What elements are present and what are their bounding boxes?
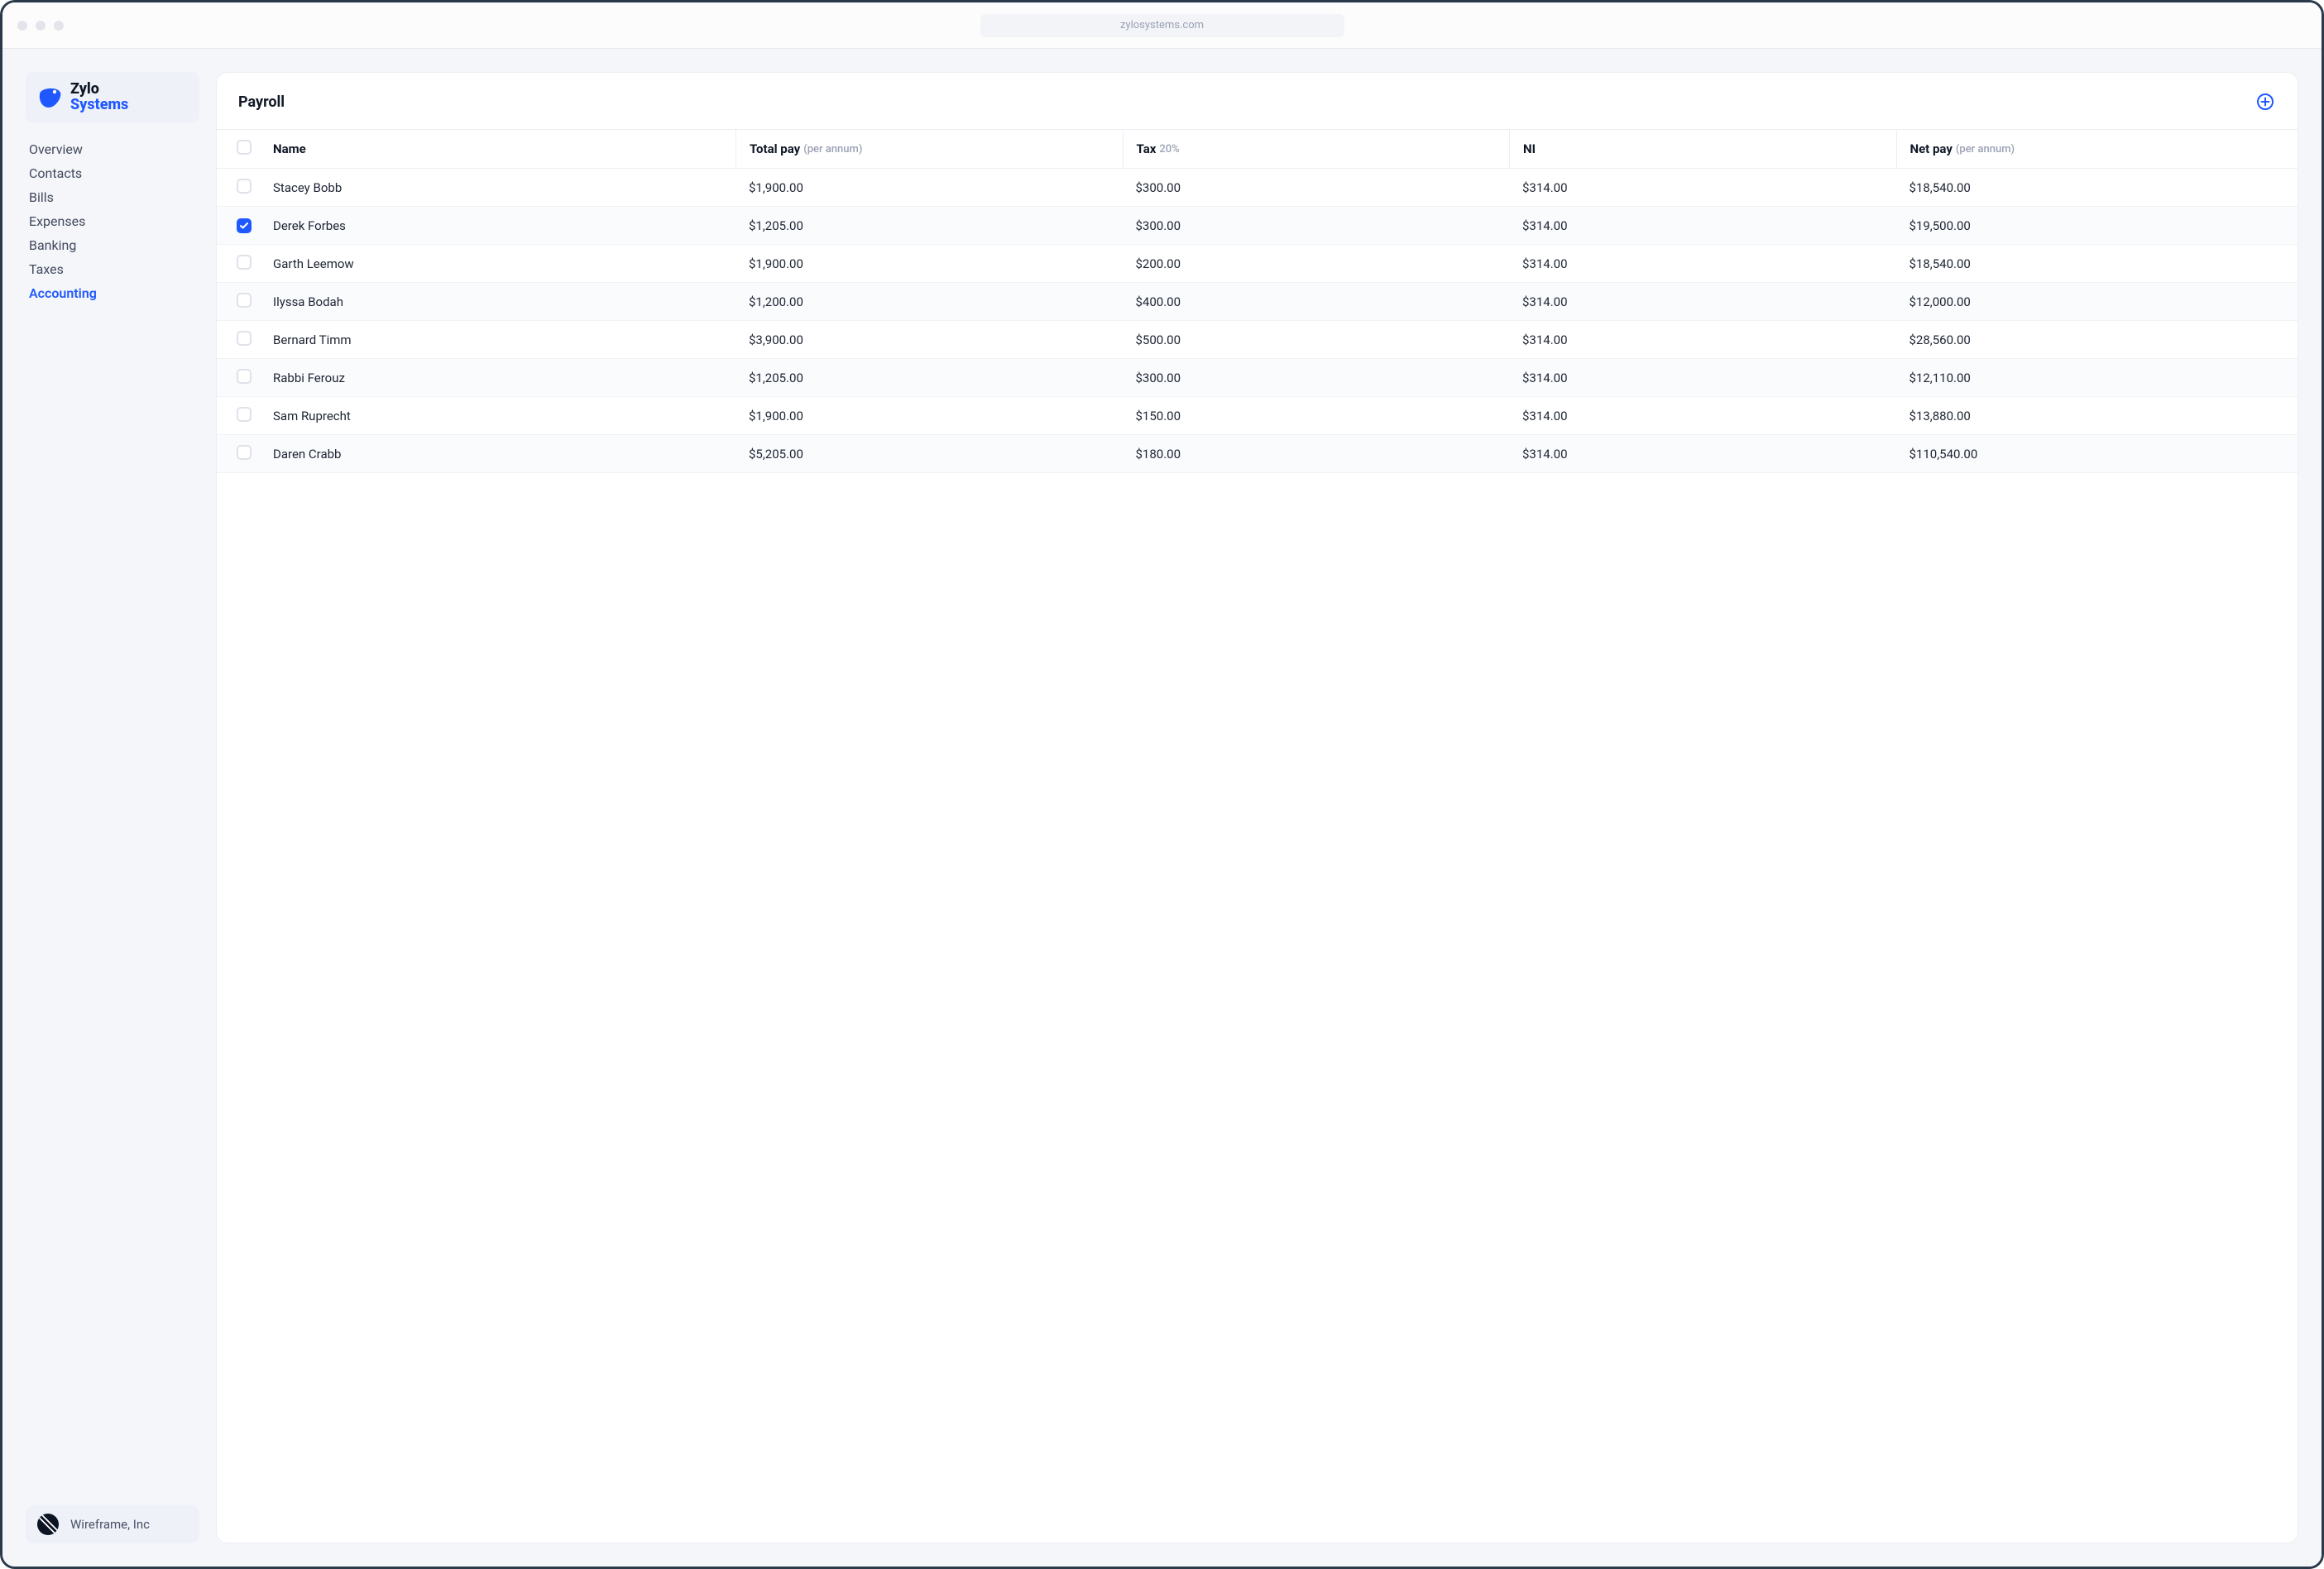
table-row[interactable]: Garth Leemow$1,900.00$200.00$314.00$18,5… — [217, 245, 2298, 283]
cell-name: Garth Leemow — [271, 256, 736, 271]
cell-name: Ilyssa Bodah — [271, 294, 736, 309]
cell-tax: $500.00 — [1123, 332, 1510, 347]
brand-logo-icon — [37, 86, 62, 109]
cell-total: $1,900.00 — [736, 409, 1123, 423]
row-checkbox[interactable] — [237, 255, 252, 270]
cell-total: $1,200.00 — [736, 294, 1123, 309]
plus-circle-icon — [2256, 93, 2274, 111]
brand-text: Zylo Systems — [70, 82, 128, 113]
sidebar-item-contacts[interactable]: Contacts — [29, 165, 199, 181]
cell-net: $110,540.00 — [1896, 447, 2283, 462]
table-row[interactable]: Bernard Timm$3,900.00$500.00$314.00$28,5… — [217, 321, 2298, 359]
table-row[interactable]: Derek Forbes$1,205.00$300.00$314.00$19,5… — [217, 207, 2298, 245]
table-header: Name Total pay (per annum) Tax 20% NI Ne… — [217, 129, 2298, 169]
cell-ni: $314.00 — [1509, 371, 1896, 385]
cell-total: $1,900.00 — [736, 180, 1123, 195]
table-row[interactable]: Stacey Bobb$1,900.00$300.00$314.00$18,54… — [217, 169, 2298, 207]
sidebar-item-overview[interactable]: Overview — [29, 141, 199, 157]
browser-chrome: zylosystems.com — [2, 2, 2322, 49]
cell-total: $1,205.00 — [736, 218, 1123, 233]
brand-line2: Systems — [70, 98, 128, 113]
cell-tax: $180.00 — [1123, 447, 1510, 462]
sidebar-item-banking[interactable]: Banking — [29, 237, 199, 253]
cell-tax: $150.00 — [1123, 409, 1510, 423]
table-row[interactable]: Ilyssa Bodah$1,200.00$400.00$314.00$12,0… — [217, 283, 2298, 321]
table-body: Stacey Bobb$1,900.00$300.00$314.00$18,54… — [217, 169, 2298, 473]
minimize-dot-icon[interactable] — [36, 21, 46, 31]
cell-name: Rabbi Ferouz — [271, 371, 736, 385]
brand[interactable]: Zylo Systems — [26, 72, 199, 123]
cell-ni: $314.00 — [1509, 180, 1896, 195]
cell-tax: $400.00 — [1123, 294, 1510, 309]
payroll-panel: Payroll Name — [216, 72, 2298, 1543]
account-avatar-icon — [37, 1514, 59, 1535]
row-checkbox[interactable] — [237, 331, 252, 346]
cell-total: $3,900.00 — [736, 332, 1123, 347]
cell-ni: $314.00 — [1509, 332, 1896, 347]
cell-net: $13,880.00 — [1896, 409, 2283, 423]
table-row[interactable]: Rabbi Ferouz$1,205.00$300.00$314.00$12,1… — [217, 359, 2298, 397]
col-ni[interactable]: NI — [1509, 130, 1896, 168]
cell-ni: $314.00 — [1509, 447, 1896, 462]
cell-net: $12,110.00 — [1896, 371, 2283, 385]
cell-name: Daren Crabb — [271, 447, 736, 462]
cell-net: $12,000.00 — [1896, 294, 2283, 309]
cell-name: Bernard Timm — [271, 332, 736, 347]
sidebar-item-bills[interactable]: Bills — [29, 189, 199, 205]
row-checkbox[interactable] — [237, 218, 252, 233]
cell-name: Derek Forbes — [271, 218, 736, 233]
panel-title: Payroll — [238, 93, 285, 111]
account-name: Wireframe, Inc — [70, 1517, 150, 1532]
col-total-pay[interactable]: Total pay (per annum) — [736, 130, 1123, 168]
cell-total: $5,205.00 — [736, 447, 1123, 462]
zoom-dot-icon[interactable] — [54, 21, 64, 31]
table-row[interactable]: Daren Crabb$5,205.00$180.00$314.00$110,5… — [217, 435, 2298, 473]
cell-net: $18,540.00 — [1896, 180, 2283, 195]
cell-tax: $300.00 — [1123, 371, 1510, 385]
panel-header: Payroll — [217, 73, 2298, 129]
cell-net: $28,560.00 — [1896, 332, 2283, 347]
app-surface: Zylo Systems Overview Contacts Bills Expens… — [2, 49, 2322, 1567]
row-checkbox[interactable] — [237, 445, 252, 460]
cell-ni: $314.00 — [1509, 256, 1896, 271]
cell-ni: $314.00 — [1509, 218, 1896, 233]
cell-total: $1,900.00 — [736, 256, 1123, 271]
table-row[interactable]: Sam Ruprecht$1,900.00$150.00$314.00$13,8… — [217, 397, 2298, 435]
row-checkbox[interactable] — [237, 179, 252, 194]
sidebar-item-accounting[interactable]: Accounting — [29, 285, 199, 301]
address-bar[interactable]: zylosystems.com — [980, 14, 1344, 37]
app-window: zylosystems.com Zylo Systems Overview Con… — [0, 0, 2324, 1569]
col-tax[interactable]: Tax 20% — [1123, 130, 1510, 168]
window-controls[interactable] — [17, 21, 64, 31]
row-checkbox[interactable] — [237, 293, 252, 308]
close-dot-icon[interactable] — [17, 21, 27, 31]
cell-name: Sam Ruprecht — [271, 409, 736, 423]
sidebar-nav: Overview Contacts Bills Expenses Banking Taxe… — [26, 141, 199, 301]
cell-total: $1,205.00 — [736, 371, 1123, 385]
col-name[interactable]: Name — [271, 141, 736, 156]
account-switcher[interactable]: Wireframe, Inc — [26, 1505, 199, 1543]
cell-name: Stacey Bobb — [271, 180, 736, 195]
cell-tax: $200.00 — [1123, 256, 1510, 271]
cell-net: $18,540.00 — [1896, 256, 2283, 271]
add-button[interactable] — [2255, 91, 2276, 112]
row-checkbox[interactable] — [237, 369, 252, 384]
address-text: zylosystems.com — [1120, 19, 1204, 31]
sidebar: Zylo Systems Overview Contacts Bills Expens… — [26, 72, 199, 1543]
cell-tax: $300.00 — [1123, 180, 1510, 195]
cell-net: $19,500.00 — [1896, 218, 2283, 233]
cell-ni: $314.00 — [1509, 409, 1896, 423]
row-checkbox[interactable] — [237, 407, 252, 422]
cell-tax: $300.00 — [1123, 218, 1510, 233]
col-net-pay[interactable]: Net pay (per annum) — [1896, 130, 2283, 168]
sidebar-item-taxes[interactable]: Taxes — [29, 261, 199, 277]
cell-ni: $314.00 — [1509, 294, 1896, 309]
select-all-checkbox[interactable] — [237, 140, 252, 155]
sidebar-item-expenses[interactable]: Expenses — [29, 213, 199, 229]
